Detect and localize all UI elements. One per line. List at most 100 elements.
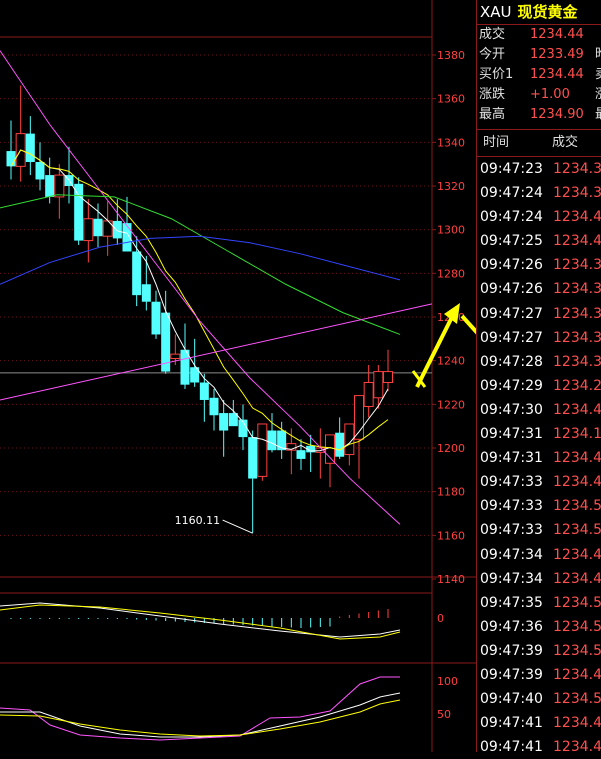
tick-row[interactable]: 09:47:30 1234.4: [477, 398, 601, 422]
tick-row[interactable]: 09:47:26 1234.3: [477, 277, 601, 301]
price-axis-label: 1240: [437, 355, 465, 368]
tick-time: 09:47:24: [480, 185, 543, 202]
tick-time: 09:47:39: [480, 642, 543, 659]
kdj-k-line: [0, 692, 401, 738]
quote-field-row: 今开 1233.49 昨: [477, 45, 601, 65]
tick-row[interactable]: 09:47:24 1234.4: [477, 205, 601, 229]
tick-price: 1234.5: [553, 522, 601, 539]
quote-header: XAU 现货黄金: [477, 0, 601, 25]
tick-price: 1234.3: [553, 257, 601, 274]
quote-field-extra: 最: [595, 105, 601, 125]
candle-body: [35, 161, 45, 180]
tick-price: 1234.3: [553, 185, 601, 202]
tick-row[interactable]: 09:47:36 1234.5: [477, 615, 601, 639]
low-annotation-label: 1160.11: [175, 514, 221, 527]
candle-body: [383, 371, 393, 384]
tick-time: 09:47:33: [480, 522, 543, 539]
tick-row[interactable]: 09:47:35 1234.5: [477, 591, 601, 615]
tick-row[interactable]: 09:47:34 1234.4: [477, 543, 601, 567]
quote-field-extra: 卖: [595, 65, 601, 85]
price-axis-label: 1320: [437, 180, 465, 193]
macd-zero-label: 0: [437, 612, 444, 625]
tick-row[interactable]: 09:47:39 1234.4: [477, 663, 601, 687]
tick-price: 1234.3: [553, 329, 601, 346]
quote-field-value: 1234.90: [530, 107, 584, 122]
price-axis-label: 1160: [437, 529, 465, 542]
kline-chart[interactable]: 1140116011801200122012401260128013001320…: [0, 0, 476, 752]
quote-field-value: 1234.44: [530, 27, 584, 42]
tick-row[interactable]: 09:47:34 1234.4: [477, 567, 601, 591]
price-axis-label: 1200: [437, 442, 465, 455]
candle-body: [93, 218, 103, 237]
kdj-label-50: 50: [437, 708, 451, 721]
tick-price: 1234.3: [553, 161, 601, 177]
tick-header-time: 时间: [483, 135, 510, 150]
quote-field-extra: 昨: [595, 45, 601, 65]
macd-dif-line: [0, 602, 401, 638]
tick-row[interactable]: 09:47:23 1234.3: [477, 157, 601, 181]
kline-chart-panel[interactable]: 1140116011801200122012401260128013001320…: [0, 0, 476, 752]
quote-field-label: 买价1: [479, 67, 514, 82]
candle-body: [45, 175, 55, 197]
tick-time: 09:47:23: [480, 161, 543, 177]
tick-row[interactable]: 09:47:40 1234.5: [477, 687, 601, 711]
tick-row[interactable]: 09:47:33 1234.5: [477, 518, 601, 542]
quote-field-row: 买价1 1234.44 卖: [477, 65, 601, 85]
candle-body: [83, 218, 94, 242]
tick-row[interactable]: 09:47:25 1234.4: [477, 229, 601, 253]
candle-body: [296, 450, 306, 459]
tick-price: 1234.3: [553, 353, 601, 370]
tick-row[interactable]: 09:47:26 1234.3: [477, 253, 601, 277]
quote-field-row: 成交 1234.44: [477, 25, 601, 45]
quote-field-label: 成交: [479, 27, 506, 42]
kdj-j-line: [0, 676, 400, 741]
tick-time: 09:47:26: [480, 257, 543, 274]
tick-row[interactable]: 09:47:41 1234.4: [477, 735, 601, 759]
tick-row[interactable]: 09:47:31 1234.1: [477, 422, 601, 446]
tick-list[interactable]: 09:47:23 1234.3 09:47:24 1234.3 09:47:24 1234…: [477, 157, 601, 759]
tick-price: 1234.4: [553, 450, 601, 467]
arrow-up-line: [415, 316, 454, 388]
price-axis-label: 1360: [437, 93, 465, 106]
tick-time: 09:47:24: [480, 209, 543, 226]
tick-row[interactable]: 09:47:27 1234.3: [477, 326, 601, 350]
tick-row[interactable]: 09:47:24 1234.3: [477, 181, 601, 205]
candle-body: [54, 174, 65, 198]
tick-time: 09:47:41: [480, 715, 543, 732]
tick-time: 09:47:34: [480, 546, 543, 563]
tick-time: 09:47:36: [480, 618, 543, 635]
tick-row[interactable]: 09:47:33 1234.4: [477, 470, 601, 494]
quote-field-value: 1234.44: [530, 67, 584, 82]
tick-row[interactable]: 09:47:33 1234.5: [477, 494, 601, 518]
tick-row[interactable]: 09:47:29 1234.2: [477, 374, 601, 398]
quote-field-extra: 涨: [595, 85, 601, 105]
tick-time: 09:47:27: [480, 329, 543, 346]
candle-body: [25, 133, 35, 162]
tick-row[interactable]: 09:47:28 1234.3: [477, 350, 601, 374]
candle-body: [112, 220, 122, 239]
quote-field-value: 1233.49: [530, 47, 584, 62]
tick-price: 1234.4: [553, 474, 601, 491]
macd-dea-line: [0, 604, 401, 640]
tick-row[interactable]: 09:47:31 1234.4: [477, 446, 601, 470]
tick-price: 1234.4: [553, 401, 601, 418]
tick-price: 1234.4: [553, 570, 601, 587]
symbol-name: 现货黄金: [517, 3, 578, 21]
tick-price: 1234.3: [553, 281, 601, 298]
candle-body: [209, 397, 219, 416]
tick-row[interactable]: 09:47:39 1234.5: [477, 639, 601, 663]
tick-price: 1234.2: [553, 377, 601, 394]
candle-body: [199, 382, 209, 400]
tick-header-price: 成交: [552, 135, 579, 150]
candle-body: [6, 151, 16, 167]
candle-body: [219, 413, 229, 431]
kdj-label-100: 100: [437, 675, 458, 688]
tick-row[interactable]: 09:47:41 1234.4: [477, 711, 601, 735]
candle-body: [132, 251, 142, 296]
tick-row[interactable]: 09:47:27 1234.3: [477, 302, 601, 326]
tick-table-header: 时间 成交: [477, 130, 601, 157]
tick-time: 09:47:40: [480, 691, 543, 708]
quote-field-label: 今开: [479, 47, 506, 62]
tick-time: 09:47:35: [480, 594, 543, 611]
price-axis-label: 1180: [437, 486, 465, 499]
